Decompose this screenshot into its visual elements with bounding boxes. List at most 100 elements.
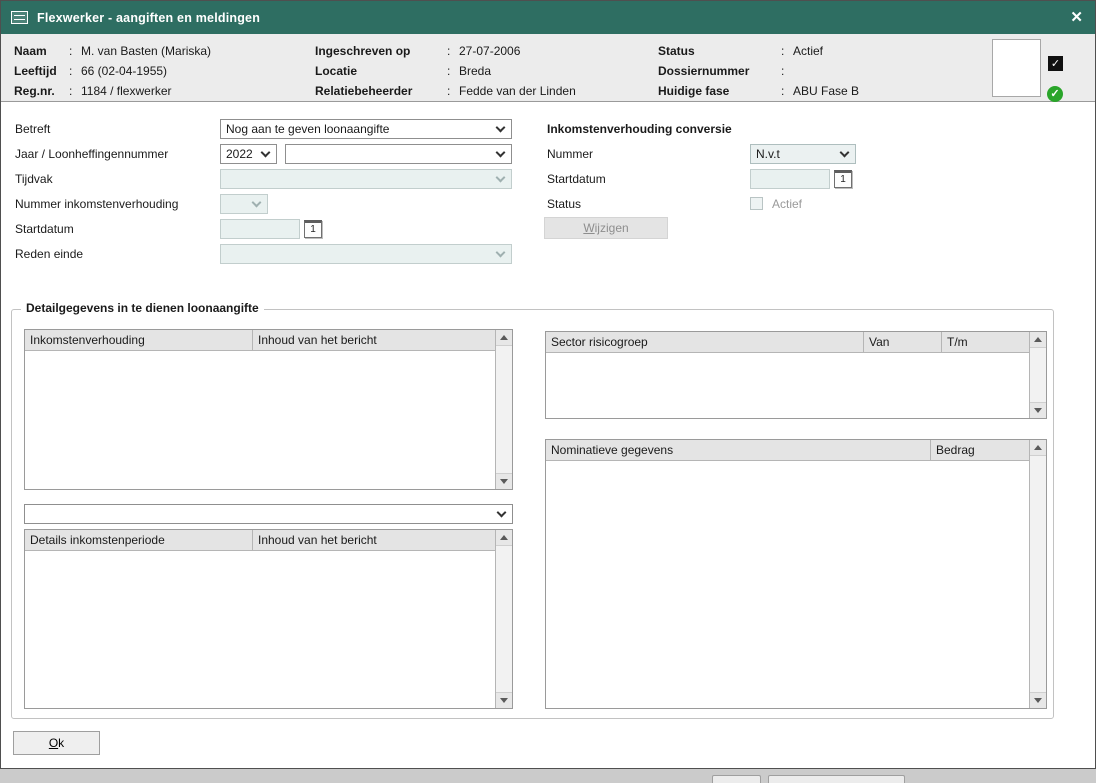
scroll-down-button[interactable]	[496, 473, 512, 489]
chevron-down-icon	[496, 148, 506, 158]
flexwerker-dialog: Flexwerker - aangiften en meldingen ✕ Na…	[0, 0, 1096, 769]
window-title: Flexwerker - aangiften en meldingen	[37, 11, 260, 25]
sector-risicogroep-table[interactable]: Sector risicogroep Van T/m	[545, 331, 1047, 419]
table-body[interactable]	[25, 551, 495, 708]
table-header-row: Nominatieve gegevens Bedrag	[546, 440, 1029, 461]
table-header-row: Inkomstenverhouding Inhoud van het beric…	[25, 330, 495, 351]
column-header-bedrag[interactable]: Bedrag	[931, 440, 1029, 460]
vertical-scrollbar[interactable]	[495, 330, 512, 489]
colon: :	[69, 64, 81, 78]
table-body[interactable]	[546, 461, 1029, 708]
chevron-down-icon	[252, 198, 262, 208]
inkomstenverhouding-table[interactable]: Inkomstenverhouding Inhoud van het beric…	[24, 329, 513, 490]
scroll-up-icon	[1034, 337, 1042, 342]
vertical-scrollbar[interactable]	[1029, 332, 1046, 418]
scroll-up-button[interactable]	[1030, 440, 1046, 456]
table-body[interactable]	[25, 351, 495, 489]
chevron-down-icon	[261, 148, 271, 158]
conversie-title: Inkomstenverhouding conversie	[547, 119, 732, 139]
scroll-down-button[interactable]	[1030, 402, 1046, 418]
colon: :	[781, 84, 793, 98]
column-header-van[interactable]: Van	[864, 332, 942, 352]
nummer-inkomstenverhouding-select	[220, 194, 268, 214]
info-row-locatie: Locatie : Breda	[315, 61, 576, 81]
app-icon	[11, 11, 28, 24]
field-value: M. van Basten (Mariska)	[81, 44, 211, 58]
jaar-select[interactable]: 2022	[220, 144, 277, 164]
calendar-icon[interactable]: 1	[304, 220, 322, 238]
conversie-nummer-select[interactable]: N.v.t	[750, 144, 856, 164]
nummer-inkomstenverhouding-label: Nummer inkomstenverhouding	[15, 194, 178, 214]
scroll-up-button[interactable]	[1030, 332, 1046, 348]
scroll-up-icon	[1034, 445, 1042, 450]
scroll-down-button[interactable]	[1030, 692, 1046, 708]
info-row-ingeschreven: Ingeschreven op : 27-07-2006	[315, 41, 576, 61]
scroll-down-icon	[500, 479, 508, 484]
nominatieve-gegevens-table[interactable]: Nominatieve gegevens Bedrag	[545, 439, 1047, 709]
loonheffingennummer-select[interactable]	[285, 144, 512, 164]
scroll-down-button[interactable]	[496, 692, 512, 708]
scroll-up-icon	[500, 335, 508, 340]
info-row-dossiernummer: Dossiernummer :	[658, 61, 859, 81]
reden-einde-label: Reden einde	[15, 244, 83, 264]
chevron-down-icon	[497, 508, 507, 518]
column-header-details-inkomstenperiode[interactable]: Details inkomstenperiode	[25, 530, 253, 550]
vertical-scrollbar[interactable]	[1029, 440, 1046, 708]
background-window-fragment	[768, 775, 905, 783]
wijzigen-button[interactable]: Wijzigen	[544, 217, 668, 239]
column-header-nominatieve-gegevens[interactable]: Nominatieve gegevens	[546, 440, 931, 460]
photo-placeholder	[992, 39, 1041, 97]
scroll-down-icon	[1034, 698, 1042, 703]
info-row-status: Status : Actief	[658, 41, 859, 61]
calendar-icon[interactable]: 1	[834, 170, 852, 188]
chevron-down-icon	[496, 123, 506, 133]
colon: :	[447, 64, 459, 78]
field-value: 1184 / flexwerker	[81, 84, 172, 98]
close-icon[interactable]: ✕	[1070, 1, 1083, 34]
conversie-startdatum-label: Startdatum	[547, 169, 606, 189]
info-row-leeftijd: Leeftijd : 66 (02-04-1955)	[14, 61, 211, 81]
header-checked-checkbox[interactable]: ✓	[1048, 56, 1063, 71]
table-body[interactable]	[546, 353, 1029, 418]
ok-button[interactable]: Ok	[13, 731, 100, 755]
vertical-scrollbar[interactable]	[495, 530, 512, 708]
scroll-up-button[interactable]	[496, 530, 512, 546]
field-label: Locatie	[315, 64, 447, 78]
column-header-inhoud-bericht[interactable]: Inhoud van het bericht	[253, 330, 495, 350]
periode-filter-select[interactable]	[24, 504, 513, 524]
betreft-value: Nog aan te geven loonaangifte	[226, 122, 389, 136]
table-main: Details inkomstenperiode Inhoud van het …	[25, 530, 495, 708]
info-row-huidige-fase: Huidige fase : ABU Fase B	[658, 81, 859, 101]
tijdvak-select	[220, 169, 512, 189]
scroll-up-button[interactable]	[496, 330, 512, 346]
column-header-tm[interactable]: T/m	[942, 332, 1029, 352]
field-value: Breda	[459, 64, 491, 78]
betreft-select[interactable]: Nog aan te geven loonaangifte	[220, 119, 512, 139]
header-col-personal: Naam : M. van Basten (Mariska) Leeftijd …	[14, 41, 211, 101]
column-header-inhoud-bericht[interactable]: Inhoud van het bericht	[253, 530, 495, 550]
table-header-row: Details inkomstenperiode Inhoud van het …	[25, 530, 495, 551]
column-header-inkomstenverhouding[interactable]: Inkomstenverhouding	[25, 330, 253, 350]
groupbox-legend: Detailgegevens in te dienen loonaangifte	[21, 301, 264, 315]
detailgegevens-groupbox: Detailgegevens in te dienen loonaangifte…	[11, 309, 1054, 719]
inkomstenperiode-table[interactable]: Details inkomstenperiode Inhoud van het …	[24, 529, 513, 709]
table-main: Nominatieve gegevens Bedrag	[546, 440, 1029, 708]
colon: :	[781, 64, 793, 78]
table-main: Inkomstenverhouding Inhoud van het beric…	[25, 330, 495, 489]
background-window-fragment	[712, 775, 761, 783]
field-label: Reg.nr.	[14, 84, 69, 98]
field-label: Relatiebeheerder	[315, 84, 447, 98]
scroll-up-icon	[500, 535, 508, 540]
colon: :	[781, 44, 793, 58]
colon: :	[447, 84, 459, 98]
chevron-down-icon	[496, 173, 506, 183]
table-main: Sector risicogroep Van T/m	[546, 332, 1029, 418]
column-header-sector-risicogroep[interactable]: Sector risicogroep	[546, 332, 864, 352]
conversie-startdatum-input	[750, 169, 830, 189]
title-bar: Flexwerker - aangiften en meldingen ✕	[1, 1, 1095, 34]
info-row-relatiebeheerder: Relatiebeheerder : Fedde van der Linden	[315, 81, 576, 101]
jaar-value: 2022	[226, 147, 253, 161]
field-value: ABU Fase B	[793, 84, 859, 98]
scroll-down-icon	[500, 698, 508, 703]
field-value: Actief	[793, 44, 823, 58]
